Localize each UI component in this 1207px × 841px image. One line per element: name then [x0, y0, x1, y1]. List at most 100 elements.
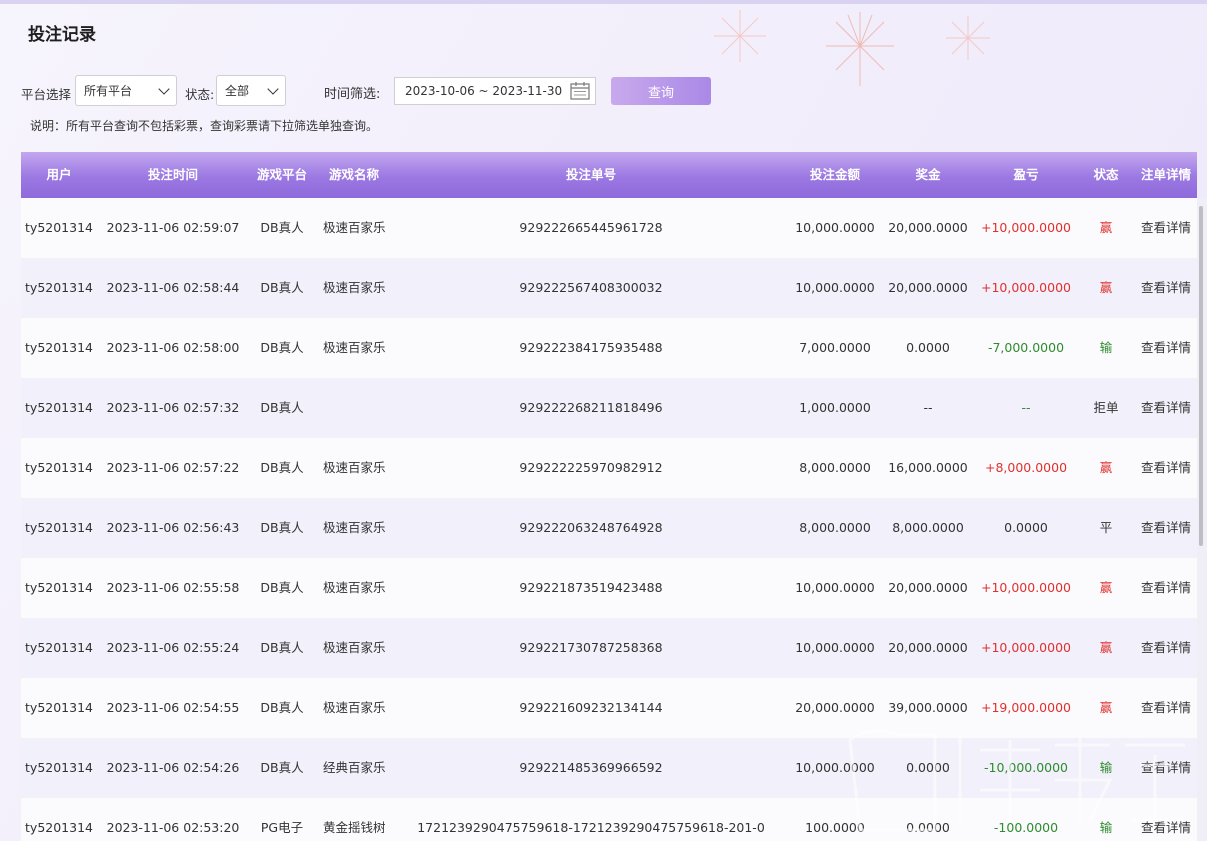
table-row: ty5201314 2023-11-06 02:53:20 PG电子 黄金摇钱树 172… — [21, 798, 1197, 841]
cell-details[interactable]: 查看详情 — [1141, 678, 1191, 738]
cell-user: ty5201314 — [25, 340, 93, 355]
cell-bet-amount: 7,000.0000 — [799, 340, 871, 355]
table-row: ty5201314 2023-11-06 02:58:44 DB真人 极速百家乐 929… — [21, 258, 1197, 318]
cell-game-name: 极速百家乐 — [323, 520, 386, 535]
cell-profit-loss: -- — [1021, 400, 1031, 415]
table-row: ty5201314 2023-11-06 02:59:07 DB真人 极速百家乐 929… — [21, 198, 1197, 258]
cell-bet-number: 929221873519423488 — [519, 580, 663, 595]
calendar-icon[interactable] — [569, 81, 591, 101]
date-range-input[interactable]: 2023-10-06 ~ 2023-11-30 — [394, 77, 596, 105]
cell-prize: 0.0000 — [906, 760, 950, 775]
table-row: ty5201314 2023-11-06 02:54:26 DB真人 经典百家乐 929… — [21, 738, 1197, 798]
cell-status: 赢 — [1099, 700, 1113, 715]
cell-bet-amount: 100.0000 — [805, 820, 865, 835]
cell-details[interactable]: 查看详情 — [1141, 198, 1191, 258]
cell-platform: DB真人 — [260, 460, 304, 475]
cell-bet-number: 1721239290475759618-1721239290475759618-… — [417, 820, 765, 835]
cell-game-name: 极速百家乐 — [323, 640, 386, 655]
header-game-name: 游戏名称 — [328, 167, 380, 182]
cell-profit-loss: +10,000.0000 — [981, 640, 1071, 655]
cell-details[interactable]: 查看详情 — [1141, 498, 1191, 558]
cell-user: ty5201314 — [25, 640, 93, 655]
cell-bet-time: 2023-11-06 02:56:43 — [106, 520, 240, 535]
header-bet-number: 投注单号 — [565, 167, 617, 182]
header-profit-loss: 盈亏 — [1013, 167, 1039, 182]
cell-profit-loss: -7,000.0000 — [987, 340, 1065, 355]
cell-prize: 20,000.0000 — [888, 220, 968, 235]
page-title: 投注记录 — [28, 25, 96, 45]
cell-bet-amount: 10,000.0000 — [795, 640, 875, 655]
time-filter-label: 时间筛选: — [324, 87, 381, 102]
cell-bet-time: 2023-11-06 02:54:26 — [106, 760, 240, 775]
cell-status: 输 — [1099, 760, 1113, 775]
cell-game-name: 极速百家乐 — [323, 460, 386, 475]
cell-details[interactable]: 查看详情 — [1141, 798, 1191, 841]
header-platform: 游戏平台 — [256, 167, 308, 182]
status-select[interactable]: 全部 — [216, 75, 286, 106]
header-details: 注单详情 — [1140, 167, 1192, 182]
status-label: 状态: — [185, 87, 215, 102]
cell-status: 赢 — [1099, 460, 1113, 475]
header-status: 状态 — [1093, 167, 1119, 182]
scrollbar-thumb[interactable] — [1199, 206, 1203, 546]
cell-details[interactable]: 查看详情 — [1141, 738, 1191, 798]
cell-details[interactable]: 查看详情 — [1141, 438, 1191, 498]
cell-status: 平 — [1099, 520, 1113, 535]
cell-prize: 0.0000 — [906, 340, 950, 355]
table-row: ty5201314 2023-11-06 02:54:55 DB真人 极速百家乐 929… — [21, 678, 1197, 738]
cell-user: ty5201314 — [25, 220, 93, 235]
header-bet-time: 投注时间 — [147, 167, 199, 182]
cell-bet-number: 929222384175935488 — [519, 340, 663, 355]
cell-status: 拒单 — [1093, 400, 1119, 415]
cell-bet-time: 2023-11-06 02:57:22 — [106, 460, 240, 475]
cell-profit-loss: 0.0000 — [1004, 520, 1048, 535]
cell-game-name: 极速百家乐 — [323, 340, 386, 355]
platform-select[interactable]: 所有平台 — [75, 75, 177, 106]
cell-details[interactable]: 查看详情 — [1141, 318, 1191, 378]
cell-game-name: 极速百家乐 — [323, 220, 386, 235]
cell-platform: DB真人 — [260, 700, 304, 715]
cell-game-name: 极速百家乐 — [323, 580, 386, 595]
cell-bet-time: 2023-11-06 02:59:07 — [106, 220, 240, 235]
chevron-down-icon — [158, 82, 170, 95]
cell-platform: DB真人 — [260, 340, 304, 355]
chevron-down-icon — [267, 82, 279, 95]
table-row: ty5201314 2023-11-06 02:56:43 DB真人 极速百家乐 929… — [21, 498, 1197, 558]
cell-bet-time: 2023-11-06 02:55:58 — [106, 580, 240, 595]
cell-bet-amount: 8,000.0000 — [799, 460, 871, 475]
cell-user: ty5201314 — [25, 460, 93, 475]
cell-profit-loss: +10,000.0000 — [981, 220, 1071, 235]
bet-records-table[interactable]: ty5201314 2023-11-06 02:59:07 DB真人 极速百家乐 929… — [21, 198, 1197, 841]
cell-platform: DB真人 — [260, 520, 304, 535]
cell-status: 赢 — [1099, 220, 1113, 235]
cell-user: ty5201314 — [25, 580, 93, 595]
cell-details[interactable]: 查看详情 — [1141, 558, 1191, 618]
header-user: 用户 — [46, 167, 72, 182]
cell-user: ty5201314 — [25, 280, 93, 295]
cell-user: ty5201314 — [25, 400, 93, 415]
cell-bet-amount: 8,000.0000 — [799, 520, 871, 535]
table-row: ty5201314 2023-11-06 02:58:00 DB真人 极速百家乐 929… — [21, 318, 1197, 378]
query-button[interactable]: 查询 — [611, 77, 711, 105]
cell-user: ty5201314 — [25, 760, 93, 775]
cell-status: 输 — [1099, 340, 1113, 355]
cell-bet-number: 929222567408300032 — [519, 280, 663, 295]
cell-status: 赢 — [1099, 640, 1113, 655]
cell-details[interactable]: 查看详情 — [1141, 378, 1191, 438]
cell-details[interactable]: 查看详情 — [1141, 618, 1191, 678]
cell-bet-number: 929221609232134144 — [519, 700, 663, 715]
cell-bet-amount: 10,000.0000 — [795, 220, 875, 235]
cell-bet-time: 2023-11-06 02:58:00 — [106, 340, 240, 355]
cell-bet-amount: 20,000.0000 — [795, 700, 875, 715]
cell-prize: 0.0000 — [906, 820, 950, 835]
cell-bet-number: 929221485369966592 — [519, 760, 663, 775]
cell-bet-amount: 10,000.0000 — [795, 280, 875, 295]
cell-profit-loss: -100.0000 — [993, 820, 1059, 835]
cell-details[interactable]: 查看详情 — [1141, 258, 1191, 318]
cell-platform: DB真人 — [260, 580, 304, 595]
cell-platform: DB真人 — [260, 760, 304, 775]
table-row: ty5201314 2023-11-06 02:57:22 DB真人 极速百家乐 929… — [21, 438, 1197, 498]
cell-prize: 20,000.0000 — [888, 280, 968, 295]
cell-profit-loss: +8,000.0000 — [984, 460, 1068, 475]
cell-platform: DB真人 — [260, 400, 304, 415]
